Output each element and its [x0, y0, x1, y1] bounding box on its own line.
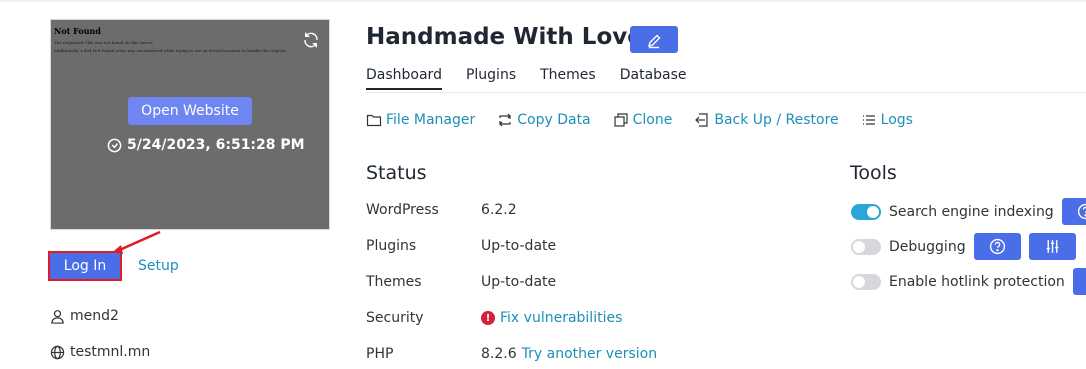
status-label-themes: Themes [366, 274, 422, 290]
hotlink-protection-toggle[interactable] [851, 273, 881, 290]
debugging-settings-button[interactable] [1028, 233, 1076, 260]
preview-datetime: 5/24/2023, 6:51:28 PM [127, 137, 305, 153]
domain-name[interactable]: testmnl.mn [70, 344, 150, 360]
status-value-wordpress: 6.2.2 [481, 202, 517, 218]
user-icon [51, 309, 64, 324]
site-title: Handmade With Love [366, 24, 643, 50]
preview-timestamp: 5/24/2023, 6:51:28 PM [107, 137, 305, 153]
tool-hotlink-protection: Enable hotlink protection [851, 268, 1086, 295]
logs-label: Logs [880, 112, 913, 128]
tool-label: Search engine indexing [889, 203, 1054, 220]
tool-label: Enable hotlink protection [889, 273, 1065, 290]
warning-icon: ! [481, 311, 495, 325]
logs-icon [862, 115, 875, 125]
backup-restore-link[interactable]: Back Up / Restore [694, 112, 839, 128]
clock-icon [107, 138, 122, 152]
search-indexing-toggle[interactable] [851, 203, 881, 220]
status-label-php: PHP [366, 346, 394, 362]
logs-link[interactable]: Logs [861, 112, 913, 128]
help-icon [989, 238, 1005, 255]
website-preview: Not Found The requested URL was not foun… [50, 19, 330, 230]
tool-label: Debugging [889, 238, 966, 255]
preview-page-title: Not Found [54, 26, 101, 36]
username-row: mend2 [50, 308, 119, 324]
refresh-icon[interactable] [302, 31, 320, 49]
status-label-security: Security [366, 310, 424, 326]
tab-divider [366, 92, 1086, 93]
clone-link[interactable]: Clone [613, 112, 673, 128]
username: mend2 [70, 308, 119, 324]
tab-plugins[interactable]: Plugins [466, 67, 516, 90]
status-heading: Status [366, 162, 427, 184]
top-divider [0, 0, 1086, 2]
clone-label: Clone [632, 112, 673, 128]
copy-data-label: Copy Data [517, 112, 591, 128]
edit-title-button[interactable] [630, 26, 678, 53]
clone-icon [614, 113, 628, 127]
backup-restore-label: Back Up / Restore [714, 112, 839, 128]
status-label-wordpress: WordPress [366, 202, 439, 218]
log-in-button[interactable]: Log In [48, 251, 122, 281]
preview-page-text: Additionally, a 404 Not Found error was … [54, 48, 287, 53]
search-indexing-help-button[interactable] [1061, 198, 1086, 225]
open-website-button[interactable]: Open Website [128, 97, 252, 125]
action-bar: File Manager Copy Data Clone Back Up / R… [366, 112, 913, 128]
debugging-help-button[interactable] [973, 233, 1021, 260]
status-value-php: 8.2.6 Try another version [481, 346, 657, 362]
folder-icon [366, 114, 382, 127]
tool-debugging: Debugging [851, 233, 1076, 260]
hotlink-help-button[interactable] [1072, 268, 1086, 295]
debugging-toggle[interactable] [851, 238, 881, 255]
preview-page-text: The requested URL was not found on this … [54, 40, 154, 45]
status-value-themes: Up-to-date [481, 274, 557, 290]
pencil-icon [647, 34, 661, 48]
tools-heading: Tools [850, 162, 897, 184]
status-value-plugins: Up-to-date [481, 238, 557, 254]
status-value-security: ! Fix vulnerabilities [481, 310, 622, 326]
copy-data-link[interactable]: Copy Data [497, 112, 591, 128]
tab-themes[interactable]: Themes [540, 67, 596, 90]
tab-database[interactable]: Database [620, 67, 687, 90]
sliders-icon [1046, 240, 1058, 253]
copy-data-icon [499, 113, 512, 127]
file-manager-link[interactable]: File Manager [366, 112, 475, 128]
globe-icon [50, 345, 65, 359]
help-icon [1077, 203, 1086, 220]
setup-link[interactable]: Setup [138, 258, 179, 274]
domain-row: testmnl.mn [50, 344, 150, 360]
backup-icon [695, 113, 708, 127]
file-manager-label: File Manager [386, 112, 476, 128]
tab-bar: Dashboard Plugins Themes Database [366, 67, 687, 90]
php-version: 8.2.6 [481, 346, 517, 362]
try-another-version-link[interactable]: Try another version [522, 346, 657, 362]
fix-vulnerabilities-link[interactable]: Fix vulnerabilities [500, 310, 622, 326]
status-label-plugins: Plugins [366, 238, 417, 254]
tool-search-engine-indexing: Search engine indexing [851, 198, 1086, 225]
tab-dashboard[interactable]: Dashboard [366, 67, 442, 90]
